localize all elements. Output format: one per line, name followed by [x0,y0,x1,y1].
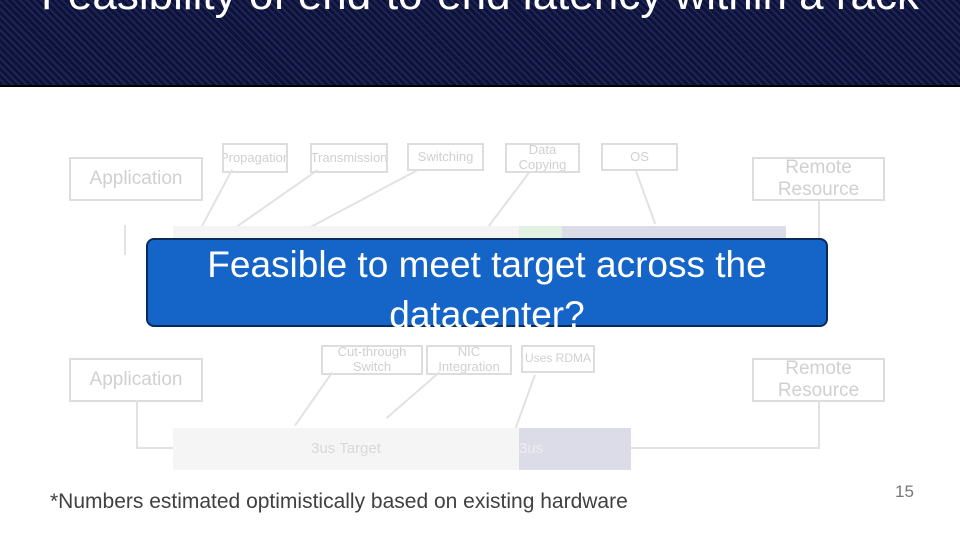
connector [630,447,820,449]
connector [818,400,820,448]
page-number: 15 [895,482,914,501]
slide: Feasibility of end-to-end latency within… [0,0,960,540]
target-bar: 3us Target [173,428,519,470]
slide-title: Feasibility of end-to-end latency within… [0,0,960,22]
connector [136,447,176,449]
data-copying-box: Data Copying [505,143,580,173]
pointer-line [300,169,418,233]
connector [124,225,126,255]
nic-integration-box: NIC Integration [426,345,512,375]
title-bar: Feasibility of end-to-end latency within… [0,0,960,87]
uses-rdma-box: Uses RDMA [521,345,595,373]
os-box: OS [601,143,678,171]
transmission-box: Transmission [310,143,388,173]
pointer-line [483,171,530,233]
remote-resource-box-bottom: Remote Resource [752,358,885,402]
pointer-line [199,169,233,231]
pointer-line [294,371,333,427]
pointer-line [513,374,536,432]
pointer-line [635,171,657,225]
switching-box: Switching [407,143,484,171]
pointer-line [385,371,440,419]
callout-box: Feasible to meet target across the datac… [146,238,828,335]
application-box-top: Application [69,157,203,201]
connector [136,400,138,448]
footnote: *Numbers estimated optimistically based … [50,490,628,513]
cut-through-switch-box: Cut-through Switch [321,345,423,375]
connector [818,200,820,240]
total-bar: 3us [519,428,631,470]
application-box-bottom: Application [69,358,203,402]
remote-resource-box-top: Remote Resource [752,157,885,201]
